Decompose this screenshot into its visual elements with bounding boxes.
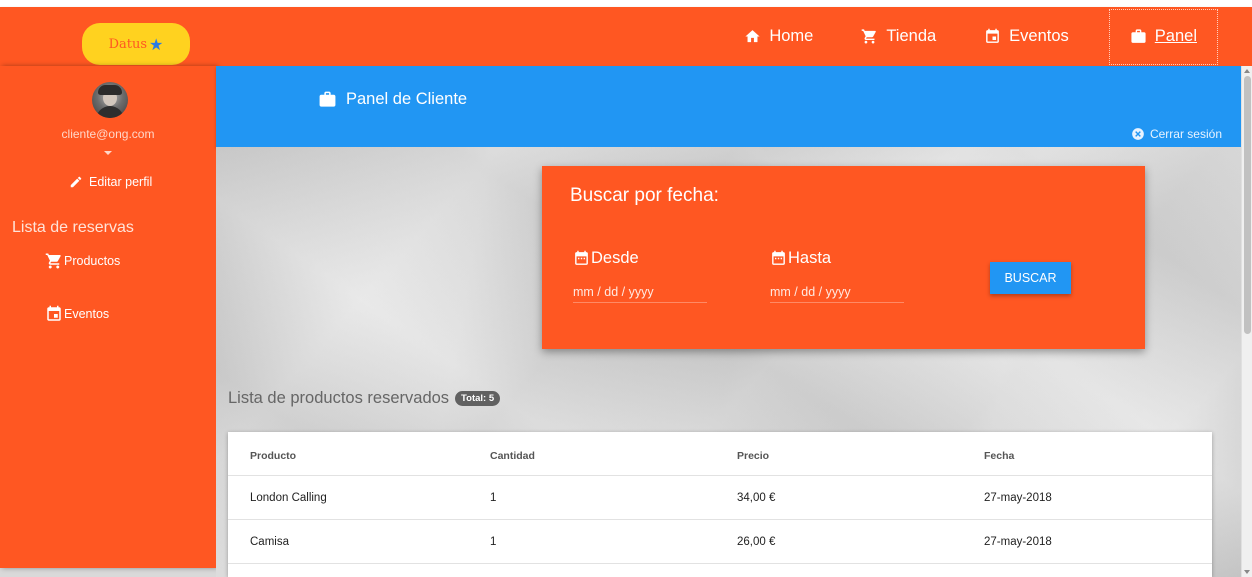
sidebar: cliente@ong.com Editar perfil Lista de r… [0,66,216,568]
calendar-icon [47,305,61,321]
sidebar-item-label: Eventos [64,307,110,321]
column-header-fecha[interactable]: Fecha [984,450,1014,462]
column-header-producto[interactable]: Producto [250,450,296,462]
total-badge: Total: 5 [455,391,501,406]
cell-cantidad: 1 [490,535,497,548]
reserved-products-title: Lista de productos reservados Total: 5 [228,389,501,408]
user-email: cliente@ong.com [61,127,155,141]
products-table: Producto Cantidad Precio Fecha London Ca… [228,432,1212,577]
pencil-icon [70,176,82,188]
date-search-card: Buscar por fecha: Desde Hasta BUSCAR [542,166,1145,349]
nav-panel-label: Panel [1154,27,1197,45]
nav-home[interactable]: Home [738,9,819,65]
to-date-label: Hasta [770,249,904,268]
cell-precio: 26,00 € [737,535,776,548]
cell-producto: Camisa [250,535,289,548]
from-date-label: Desde [573,249,707,268]
to-date-label-text: Hasta [788,249,832,267]
page-title: Panel de Cliente [318,90,467,109]
search-button[interactable]: BUSCAR [990,262,1071,294]
cell-cantidad: 1 [490,491,497,504]
from-date-label-text: Desde [591,249,639,267]
close-circle-icon [1132,128,1144,140]
to-date-input[interactable] [770,285,904,303]
to-date-field: Hasta [770,249,904,303]
table-row[interactable]: London Calling 1 34,00 € 27-may-2018 [228,476,1212,520]
cart-icon [45,253,61,269]
nav-home-label: Home [769,27,814,45]
main-nav: Home Tienda Eventos Panel [702,7,1218,66]
nav-eventos-label: Eventos [1009,27,1069,45]
column-header-precio[interactable]: Precio [737,450,769,462]
logout-link[interactable]: Cerrar sesión [1131,127,1222,141]
reserved-products-title-text: Lista de productos reservados [228,389,450,407]
calendar-icon [986,28,1000,43]
nav-panel[interactable]: Panel [1108,8,1218,65]
cell-producto: London Calling [250,491,327,504]
cell-fecha: 27-may-2018 [984,491,1052,504]
briefcase-icon [1131,29,1146,43]
page-title-text: Panel de Cliente [346,90,468,108]
cell-fecha: 27-may-2018 [984,535,1052,548]
caret-down-icon[interactable] [104,151,112,155]
calendar-icon [772,250,785,265]
edit-profile-link[interactable]: Editar perfil [69,175,152,189]
column-header-cantidad[interactable]: Cantidad [490,450,535,462]
scrollbar[interactable] [1241,66,1252,577]
table-row[interactable]: Camisa 1 26,00 € 27-may-2018 [228,520,1212,564]
logo-text: Datus [108,36,148,52]
avatar[interactable] [92,82,128,118]
logout-label: Cerrar sesión [1149,127,1222,141]
top-margin [0,0,1252,7]
sidebar-item-eventos[interactable]: Eventos [45,305,109,323]
table-header-row: Producto Cantidad Precio Fecha [228,436,1212,476]
nav-eventos[interactable]: Eventos [978,9,1075,65]
nav-tienda[interactable]: Tienda [855,9,942,65]
cart-icon [862,29,877,44]
search-heading: Buscar por fecha: [570,185,719,206]
reservations-list-title: Lista de reservas [12,219,134,236]
sidebar-item-productos[interactable]: Productos [45,252,120,270]
nav-tienda-label: Tienda [886,27,937,45]
edit-profile-label: Editar perfil [89,175,153,189]
star-icon: ★ [149,34,164,54]
panel-header: Panel de Cliente Cerrar sesión [216,66,1241,147]
from-date-input[interactable] [573,285,707,303]
briefcase-icon [319,91,336,107]
cell-precio: 34,00 € [737,491,776,504]
calendar-icon [575,250,588,265]
home-icon [745,30,760,43]
brand-logo[interactable]: Datus ★ [82,23,190,65]
scrollbar-thumb[interactable] [1244,76,1251,334]
sidebar-item-label: Productos [64,254,121,268]
from-date-field: Desde [573,249,707,303]
